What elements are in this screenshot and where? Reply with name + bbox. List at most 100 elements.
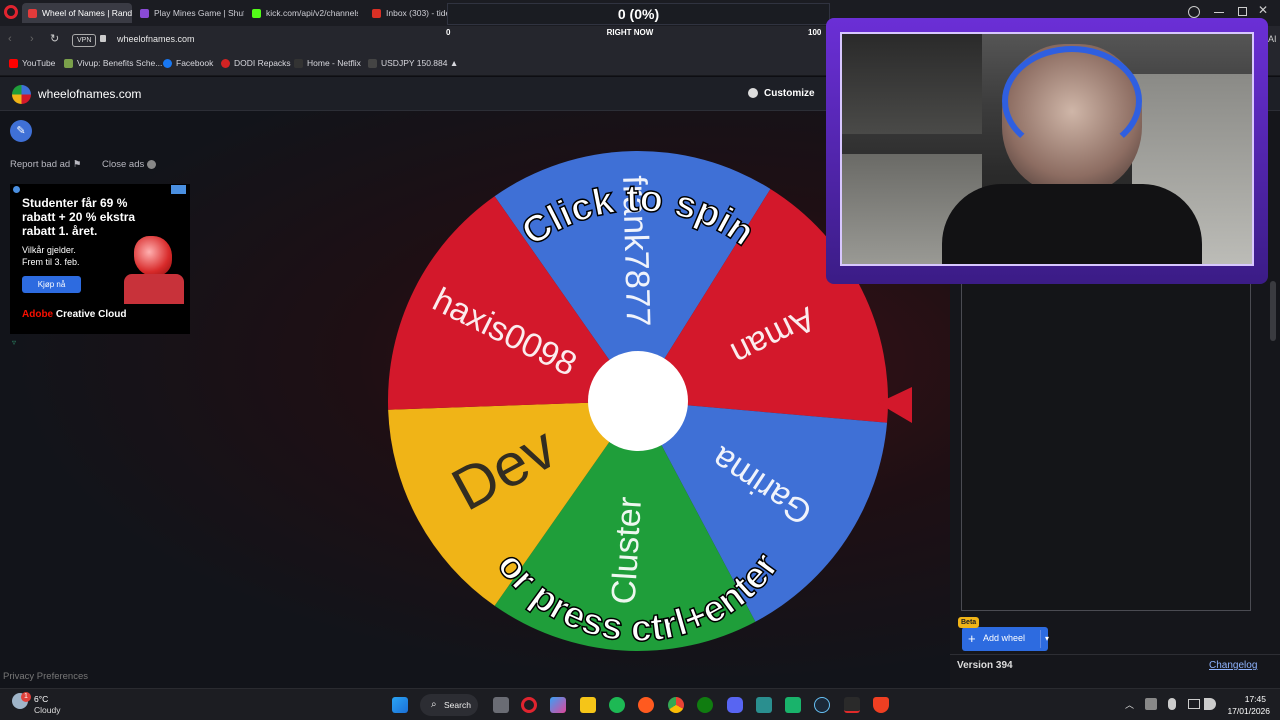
bookmark-dodi[interactable]: DODI Repacks xyxy=(221,58,291,68)
bookmark-label: DODI Repacks xyxy=(234,58,291,68)
maximize-icon[interactable] xyxy=(1238,7,1247,16)
goal-max: 100 xyxy=(808,28,822,37)
adobe-ad[interactable]: Studenter får 69 % rabatt + 20 % ekstra … xyxy=(10,184,190,334)
bookmark-label: Facebook xyxy=(176,58,214,68)
bookmark-netflix[interactable]: Home - Netflix xyxy=(294,58,361,68)
chrome-icon[interactable] xyxy=(668,697,684,713)
obs-icon[interactable] xyxy=(844,697,860,713)
customize-button[interactable]: Customize xyxy=(764,88,815,99)
forward-icon[interactable]: › xyxy=(30,33,34,45)
privacy-preferences-link[interactable]: Privacy Preferences xyxy=(3,671,88,682)
goal-min: 0 xyxy=(446,28,451,37)
bookmark-youtube[interactable]: YouTube xyxy=(9,58,55,68)
url-field[interactable]: wheelofnames.com xyxy=(117,34,195,44)
wheel-logo-icon[interactable] xyxy=(12,85,31,104)
tab-favicon-icon xyxy=(372,8,381,18)
entries-textarea[interactable] xyxy=(961,281,1251,611)
discord-icon[interactable] xyxy=(727,697,743,713)
clock-time[interactable]: 17:45 xyxy=(1226,694,1266,704)
reload-icon[interactable]: ↻ xyxy=(50,32,59,45)
spotify-icon[interactable] xyxy=(609,697,625,713)
streamer-hoodie xyxy=(942,184,1202,264)
tab-favicon-icon xyxy=(252,8,261,18)
minimize-icon[interactable] xyxy=(1214,12,1224,13)
soundcloud-icon[interactable] xyxy=(638,697,654,713)
add-wheel-label: Add wheel xyxy=(983,633,1026,643)
steam-icon[interactable] xyxy=(814,697,830,713)
search-label: Search xyxy=(444,700,471,710)
tab-favicon-icon xyxy=(28,8,37,18)
copilot-icon[interactable] xyxy=(550,697,566,713)
brave-shield-icon[interactable] xyxy=(873,697,889,713)
panel-divider xyxy=(950,654,1280,655)
bookmark-label: Home - Netflix xyxy=(307,58,361,68)
ad-buy-button[interactable]: Kjøp nå xyxy=(22,276,81,293)
ai-icon[interactable]: AI xyxy=(1268,34,1277,44)
ad-date: Frem til 3. feb. xyxy=(22,257,80,267)
weather-badge: 1 xyxy=(21,692,31,702)
bookmark-label: Vivup: Benefits Sche... xyxy=(77,58,163,68)
plus-icon: + xyxy=(968,631,976,646)
ad-brand-adobe: Adobe xyxy=(22,309,54,320)
goal-label: RIGHT NOW xyxy=(606,28,654,37)
microphone-icon[interactable] xyxy=(1168,698,1176,710)
tab-label: Wheel of Names | Random xyxy=(42,8,132,18)
bookmark-facebook[interactable]: Facebook xyxy=(163,58,213,68)
goal-value: 0 (0%) xyxy=(617,6,660,22)
tab-label: Play Mines Game | Shuffle xyxy=(154,8,244,18)
display-icon[interactable] xyxy=(1188,699,1200,709)
tray-overflow-icon[interactable]: ︿ xyxy=(1125,698,1134,711)
task-view-icon[interactable] xyxy=(493,697,509,713)
beta-badge: Beta xyxy=(958,617,980,628)
tab-kick-api[interactable]: kick.com/api/v2/channels/ xyxy=(246,3,358,23)
tab-mines-game[interactable]: Play Mines Game | Shuffle xyxy=(134,3,244,23)
flag-icon: ⚑ xyxy=(72,159,82,170)
ad-terms: Vilkår gjelder. xyxy=(22,245,76,255)
tray-app-icon[interactable] xyxy=(1145,698,1157,710)
back-icon[interactable]: ‹ xyxy=(8,33,12,45)
vivup-icon xyxy=(64,58,73,68)
shuffle-app-icon[interactable] xyxy=(756,697,772,713)
edit-pencil-icon[interactable]: ✎ xyxy=(10,120,32,142)
report-ad-link[interactable]: Report bad ad ⚑ xyxy=(10,159,81,170)
tab-favicon-icon xyxy=(140,8,149,18)
netflix-icon xyxy=(294,58,303,68)
bookmark-vivup[interactable]: Vivup: Benefits Sche... xyxy=(64,58,162,68)
bookmark-label: YouTube xyxy=(22,58,56,68)
tab-label: Inbox (303) - tide xyxy=(386,8,448,18)
tradingview-icon xyxy=(368,58,377,68)
xbox-icon[interactable] xyxy=(697,697,713,713)
scrollbar[interactable] xyxy=(1270,281,1276,341)
vpn-badge[interactable]: VPN xyxy=(72,34,97,47)
ad-info-icon[interactable] xyxy=(13,186,20,193)
close-window-icon[interactable]: ✕ xyxy=(1258,3,1268,17)
opera-logo-icon[interactable] xyxy=(4,5,18,19)
bookmark-label: USDJPY 150.884 ▲ xyxy=(381,58,459,68)
opera-taskbar-icon[interactable] xyxy=(521,697,537,713)
close-ads-link[interactable]: Close ads xyxy=(102,159,156,170)
tab-label: kick.com/api/v2/channels/ xyxy=(266,8,358,18)
wheel-entry-label: Cluster xyxy=(605,496,650,606)
ad-brand-cc: Creative Cloud xyxy=(55,309,127,320)
file-explorer-icon[interactable] xyxy=(580,697,596,713)
search-tabs-icon[interactable] xyxy=(1188,6,1200,18)
windows-start-icon[interactable] xyxy=(392,697,408,713)
taskbar-search[interactable]: ⌕ Search xyxy=(420,694,478,716)
add-wheel-button[interactable]: + Add wheel ▾ xyxy=(962,627,1049,651)
changelog-link[interactable]: Changelog xyxy=(1209,660,1257,671)
clock-date[interactable]: 17/01/2026 xyxy=(1222,706,1270,716)
split-divider xyxy=(1040,630,1041,648)
wheel-hub[interactable] xyxy=(588,351,688,451)
bookmark-usdjpy[interactable]: USDJPY 150.884 ▲ xyxy=(368,58,458,68)
chatgpt-icon[interactable] xyxy=(785,697,801,713)
ad-marker-icon: ▿ xyxy=(12,338,17,347)
ad-headline: Studenter får 69 % rabatt + 20 % ekstra … xyxy=(22,196,136,238)
tab-wheel-of-names[interactable]: Wheel of Names | Random xyxy=(22,3,132,23)
site-name[interactable]: wheelofnames.com xyxy=(38,87,141,101)
chevron-down-icon[interactable]: ▾ xyxy=(1045,634,1049,643)
dodi-icon xyxy=(221,58,230,68)
tab-inbox[interactable]: Inbox (303) - tide xyxy=(366,3,448,23)
stream-goal-bar: 0 (0%) xyxy=(447,3,830,25)
adchoices-icon[interactable] xyxy=(171,185,186,194)
volume-icon[interactable] xyxy=(1204,698,1216,710)
